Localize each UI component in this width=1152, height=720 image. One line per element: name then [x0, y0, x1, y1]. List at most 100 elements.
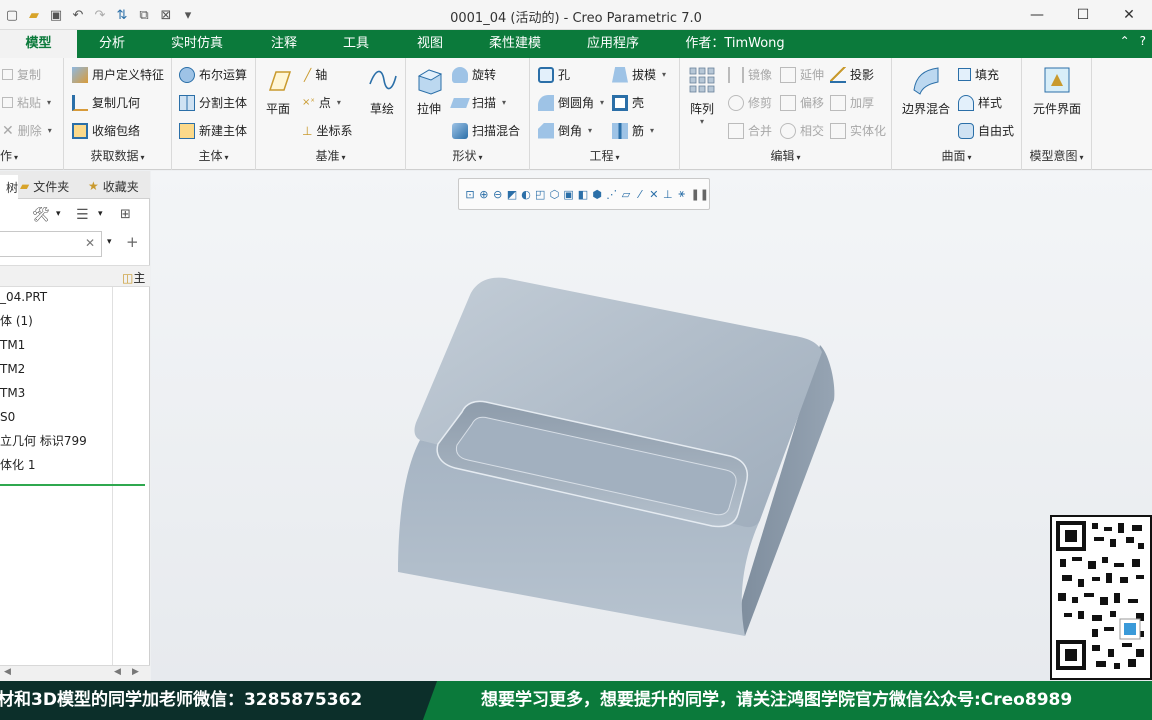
- offset-button[interactable]: 偏移: [780, 94, 824, 111]
- favorites-icon: ★: [88, 179, 99, 193]
- hole-button[interactable]: 孔: [538, 66, 570, 83]
- column-header-label[interactable]: ◫主: [122, 269, 145, 286]
- tab-view[interactable]: 视图: [404, 30, 456, 58]
- merge-button[interactable]: 合并: [728, 122, 772, 139]
- ribbon-controls: ⌃ ?: [1120, 34, 1146, 48]
- extrude-button[interactable]: 拉伸: [411, 64, 447, 117]
- filter-icon[interactable]: ⊞: [120, 207, 131, 222]
- group-label-surfaces[interactable]: 曲面 ▾: [892, 147, 1021, 164]
- tree-item-datum1[interactable]: TM1: [0, 333, 25, 357]
- graphics-window[interactable]: ⊡ ⊕ ⊖ ◩ ◐ ◰ ⬡ ▣ ◧ ⬢ ⋰ ▱ ⁄ ✕ ⊥ ⚹ ❚❚: [151, 171, 1152, 681]
- tab-model-tree[interactable]: 树: [0, 175, 18, 199]
- style-button[interactable]: 样式: [958, 94, 1002, 111]
- search-dropdown-icon[interactable]: ▾: [107, 237, 112, 247]
- 3d-part-model[interactable]: [151, 171, 1152, 681]
- tree-item-csys[interactable]: S0: [0, 405, 15, 429]
- copy-geometry-button[interactable]: 复制几何: [72, 94, 140, 111]
- project-button[interactable]: 投影: [830, 66, 874, 83]
- draft-button[interactable]: 拔模 ▾: [612, 66, 666, 83]
- group-label-editing[interactable]: 编辑 ▾: [680, 147, 891, 164]
- group-label-shapes[interactable]: 形状 ▾: [406, 147, 529, 164]
- paste-button[interactable]: 粘贴 ▾: [2, 94, 51, 111]
- tab-live-simulation[interactable]: 实时仿真: [162, 30, 232, 58]
- boundary-blend-button[interactable]: 边界混合: [898, 64, 954, 117]
- insert-here-indicator[interactable]: [0, 484, 145, 486]
- tree-item-bodies[interactable]: 体 (1): [0, 309, 33, 333]
- minimize-icon[interactable]: —: [1014, 0, 1060, 30]
- tab-tools[interactable]: 工具: [330, 30, 382, 58]
- scroll-right-icon[interactable]: ▶: [132, 667, 139, 677]
- show-icon[interactable]: ☰: [76, 207, 89, 223]
- csys-button[interactable]: ⊥ 坐标系: [302, 122, 352, 139]
- sweep-button[interactable]: 扫描 ▾: [450, 94, 506, 111]
- group-shapes: 拉伸 旋转 扫描 ▾ 扫描混合 形状 ▾: [406, 58, 530, 170]
- group-label-model-intent[interactable]: 模型意图 ▾: [1022, 147, 1091, 164]
- add-icon[interactable]: +: [126, 233, 139, 251]
- group-label-datum[interactable]: 基准 ▾: [256, 147, 405, 164]
- group-label-engineering[interactable]: 工程 ▾: [530, 147, 679, 164]
- mirror-button[interactable]: 镜像: [728, 66, 772, 83]
- tab-flexible-modeling[interactable]: 柔性建模: [480, 30, 550, 58]
- revolve-button[interactable]: 旋转: [452, 66, 496, 83]
- component-interface-button[interactable]: 元件界面: [1028, 64, 1086, 117]
- tree-item-part[interactable]: _04.PRT: [0, 285, 47, 309]
- rib-button[interactable]: 筋 ▾: [612, 122, 654, 139]
- tab-favorites[interactable]: ★ 收藏夹: [88, 175, 139, 197]
- tree-item-independent-geometry[interactable]: 立几何 标识799: [0, 429, 87, 453]
- shell-button[interactable]: 壳: [612, 94, 644, 111]
- boolean-button[interactable]: 布尔运算: [179, 66, 247, 83]
- new-body-button[interactable]: 新建主体: [179, 122, 247, 139]
- settings-dropdown-icon[interactable]: ▾: [56, 209, 61, 219]
- round-button[interactable]: 倒圆角 ▾: [538, 94, 604, 111]
- tree-item-datum3[interactable]: TM3: [0, 381, 25, 405]
- plane-button[interactable]: 平面: [260, 64, 296, 117]
- intersect-button[interactable]: 相交: [780, 122, 824, 139]
- sketch-button[interactable]: 草绘: [364, 64, 400, 117]
- tree-search-input[interactable]: ✕: [0, 231, 102, 257]
- tab-analysis[interactable]: 分析: [86, 30, 138, 58]
- new-body-icon: [179, 122, 195, 139]
- scroll-left2-icon[interactable]: ◀: [114, 667, 121, 677]
- copy-button[interactable]: 复制: [2, 66, 41, 83]
- help-icon[interactable]: ?: [1140, 34, 1146, 48]
- tree-item-datum2[interactable]: TM2: [0, 357, 25, 381]
- pattern-button[interactable]: 阵列 ▾: [684, 64, 720, 126]
- maximize-icon[interactable]: ☐: [1060, 0, 1106, 30]
- udf-button[interactable]: 用户定义特征: [72, 66, 164, 83]
- axis-button[interactable]: ╱ 轴: [304, 66, 327, 83]
- tab-annotate[interactable]: 注释: [258, 30, 310, 58]
- fill-button[interactable]: 填充: [958, 66, 999, 83]
- show-dropdown-icon[interactable]: ▾: [98, 209, 103, 219]
- freestyle-button[interactable]: 自由式: [958, 122, 1014, 139]
- shrinkwrap-button[interactable]: 收缩包络: [72, 122, 140, 139]
- close-window-icon[interactable]: ✕: [1106, 0, 1152, 30]
- collapse-ribbon-icon[interactable]: ⌃: [1120, 34, 1130, 48]
- extend-button[interactable]: 延伸: [780, 66, 824, 83]
- fill-icon: [958, 68, 971, 81]
- group-editing: 阵列 ▾ 镜像 修剪 合并 延伸 偏移 相交 投影 加厚 实体化 编辑 ▾: [680, 58, 892, 170]
- horizontal-scrollbar[interactable]: ◀ ◀ ▶: [0, 665, 150, 681]
- group-label-get-data[interactable]: 获取数据 ▾: [64, 147, 171, 164]
- ribbon: 复制 粘贴 ▾ ✕ 删除 ▾ 作 ▾ 用户定义特征 复制几何 收缩包络 获取数据 ▾ 布尔…: [0, 58, 1152, 170]
- group-body: 布尔运算 分割主体 新建主体 主体 ▾: [172, 58, 256, 170]
- merge-icon: [728, 122, 744, 139]
- rib-icon: [612, 122, 628, 139]
- tab-model[interactable]: 模型: [0, 30, 77, 58]
- clear-search-icon[interactable]: ✕: [85, 236, 95, 250]
- promo-right-text: 想要学习更多，想要提升的同学，请关注鸿图学院官方微信公众号:Creo8989: [445, 681, 1152, 720]
- tab-folder-browser[interactable]: ▰ 文件夹: [20, 175, 69, 197]
- tree-item-solidify[interactable]: 体化 1: [0, 453, 35, 477]
- trim-button[interactable]: 修剪: [728, 94, 772, 111]
- solidify-button[interactable]: 实体化: [830, 122, 886, 139]
- chamfer-button[interactable]: 倒角 ▾: [538, 122, 592, 139]
- scroll-left-icon[interactable]: ◀: [4, 667, 11, 677]
- group-label-body[interactable]: 主体 ▾: [172, 147, 255, 164]
- delete-button[interactable]: ✕ 删除 ▾: [2, 122, 52, 139]
- split-body-button[interactable]: 分割主体: [179, 94, 247, 111]
- tab-applications[interactable]: 应用程序: [578, 30, 648, 58]
- settings-icon[interactable]: 🛠: [32, 207, 50, 223]
- group-label-operations[interactable]: 作 ▾: [0, 147, 63, 164]
- thicken-button[interactable]: 加厚: [830, 94, 874, 111]
- point-button[interactable]: ×ˣ 点 ▾: [302, 94, 341, 111]
- swept-blend-button[interactable]: 扫描混合: [452, 122, 520, 139]
